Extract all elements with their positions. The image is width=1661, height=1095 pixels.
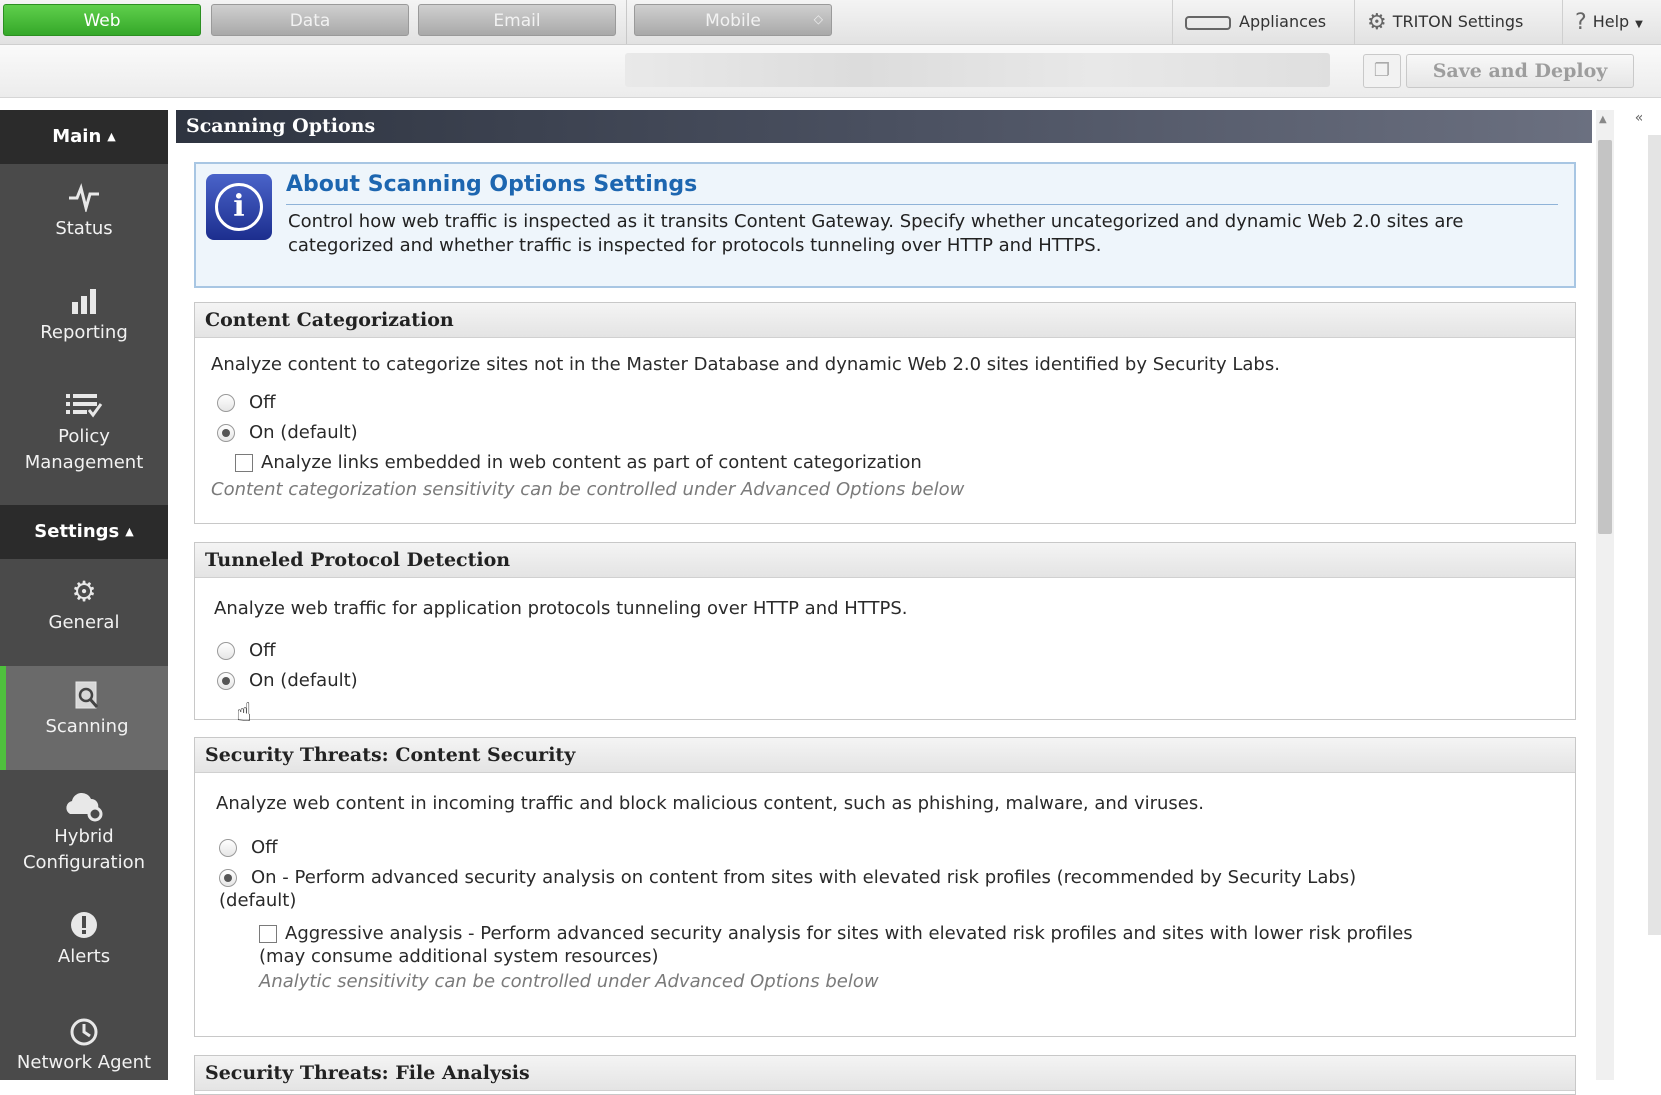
content-security-on-radio[interactable]	[219, 869, 237, 887]
about-heading: About Scanning Options Settings	[286, 172, 698, 197]
radio-label: On (default)	[249, 670, 358, 691]
help-label: Help	[1592, 12, 1630, 31]
radio-label: Off	[251, 837, 278, 858]
chevron-down-icon: ▼	[1635, 19, 1643, 30]
sidebar-item-scanning[interactable]: Scanning	[0, 666, 168, 770]
section-heading: Content Categorization	[195, 303, 1575, 338]
tunneled-protocol-section: Tunneled Protocol Detection Analyze web …	[194, 542, 1576, 720]
sidebar-item-status[interactable]: Status	[0, 182, 168, 242]
section-heading: Security Threats: Content Security	[195, 738, 1575, 773]
help-menu[interactable]: ? Help ▼	[1562, 0, 1661, 44]
radio-label: On - Perform advanced security analysis …	[251, 867, 1357, 888]
lock-icon: ◇	[813, 12, 823, 26]
about-text: Control how web traffic is inspected as …	[288, 211, 1464, 256]
policy-list-icon	[0, 390, 168, 422]
triton-settings-link[interactable]: ⚙ TRITON Settings	[1354, 0, 1562, 44]
sidebar-item-label: Status	[55, 218, 113, 239]
categorization-on-radio[interactable]	[217, 424, 235, 442]
section-description: Analyze content to categorize sites not …	[211, 354, 1280, 375]
deploy-status-button[interactable]: ❐	[1363, 54, 1401, 88]
main-scrollbar[interactable]: ▲	[1596, 110, 1614, 1080]
gear-icon: ⚙	[1367, 9, 1387, 35]
checkbox-label: Aggressive analysis - Perform advanced s…	[285, 923, 1413, 944]
sidebar-item-label: General	[48, 612, 120, 633]
sidebar-item-label: Network Agent	[16, 1052, 152, 1073]
tab-divider	[626, 0, 627, 44]
appliances-link[interactable]: Appliances	[1172, 0, 1354, 44]
sidebar-item-label: Hybrid Configuration	[22, 826, 146, 873]
alert-icon	[0, 910, 168, 942]
gear-icon: ⚙	[71, 575, 97, 608]
scan-document-icon	[6, 680, 168, 712]
collapse-panel-icon[interactable]: «	[1622, 108, 1656, 128]
tab-data[interactable]: Data	[211, 4, 409, 36]
about-divider	[286, 204, 1558, 205]
sidebar-item-reporting[interactable]: Reporting	[0, 286, 168, 346]
about-info-box: i About Scanning Options Settings Contro…	[194, 162, 1576, 288]
section-heading: Tunneled Protocol Detection	[195, 543, 1575, 578]
appliances-label: Appliances	[1239, 12, 1327, 31]
main-panel: Scanning Options i About Scanning Option…	[176, 110, 1592, 1095]
toolbar: ❐ Save and Deploy	[0, 45, 1661, 98]
content-security-section: Security Threats: Content Security Analy…	[194, 737, 1576, 1037]
chevron-up-icon: ▲	[107, 130, 116, 143]
tab-mobile[interactable]: Mobile ◇	[634, 4, 832, 36]
bar-chart-icon	[0, 286, 168, 318]
sensitivity-note: Content categorization sensitivity can b…	[211, 479, 965, 500]
sidebar: Main ▲ Status Reporting Policy Management…	[0, 110, 168, 1080]
radio-label-continued: (default)	[219, 890, 297, 911]
content-categorization-section: Content Categorization Analyze content t…	[194, 302, 1576, 524]
checkbox-label-continued: (may consume additional system resources…	[259, 946, 659, 967]
sidebar-item-label: Policy Management	[24, 426, 144, 473]
sidebar-item-hybrid-configuration[interactable]: Hybrid Configuration	[0, 790, 168, 876]
section-heading: Security Threats: File Analysis	[195, 1056, 1575, 1091]
appliance-icon	[1185, 15, 1231, 30]
tab-web[interactable]: Web	[3, 4, 201, 36]
sidebar-item-alerts[interactable]: Alerts	[0, 910, 168, 970]
analyze-links-checkbox[interactable]	[235, 454, 253, 472]
toolbar-status-area	[625, 53, 1330, 87]
network-agent-icon	[0, 1016, 168, 1048]
side-panel-scrollbar[interactable]	[1648, 135, 1661, 935]
chevron-up-icon: ▲	[125, 525, 134, 538]
radio-label: On (default)	[249, 422, 358, 443]
checkbox-label: Analyze links embedded in web content as…	[261, 452, 922, 473]
tab-email[interactable]: Email	[418, 4, 616, 36]
deploy-status-icon: ❐	[1373, 60, 1391, 81]
pulse-icon	[0, 182, 168, 214]
section-description: Analyze web content in incoming traffic …	[216, 793, 1204, 814]
hand-cursor-icon: ☝	[236, 698, 252, 728]
categorization-off-radio[interactable]	[217, 394, 235, 412]
section-description: Analyze web traffic for application prot…	[214, 598, 908, 619]
save-and-deploy-button[interactable]: Save and Deploy	[1406, 54, 1634, 88]
sidebar-item-label: Scanning	[45, 716, 129, 737]
scrollbar-thumb[interactable]	[1598, 140, 1612, 534]
cloud-gear-icon	[0, 790, 168, 822]
sidebar-main-header[interactable]: Main ▲	[0, 110, 168, 164]
scroll-up-icon[interactable]: ▲	[1599, 114, 1607, 125]
sidebar-settings-header[interactable]: Settings ▲	[0, 505, 168, 559]
radio-label: Off	[249, 392, 276, 413]
content-security-off-radio[interactable]	[219, 839, 237, 857]
aggressive-analysis-checkbox[interactable]	[259, 925, 277, 943]
sensitivity-note: Analytic sensitivity can be controlled u…	[259, 971, 879, 992]
module-tab-bar: Web Data Email Mobile ◇ Appliances ⚙ TRITO…	[0, 0, 1661, 45]
triton-settings-label: TRITON Settings	[1392, 12, 1524, 31]
sidebar-item-label: Alerts	[57, 946, 111, 967]
file-analysis-section: Security Threats: File Analysis	[194, 1055, 1576, 1095]
tunneled-on-radio[interactable]	[217, 672, 235, 690]
info-icon: i	[206, 174, 272, 240]
radio-label: Off	[249, 640, 276, 661]
page-title: Scanning Options	[176, 110, 1592, 143]
sidebar-item-general[interactable]: ⚙ General	[0, 576, 168, 636]
help-icon: ?	[1575, 9, 1587, 35]
sidebar-item-network-agent[interactable]: Network Agent	[0, 1016, 168, 1076]
sidebar-item-label: Reporting	[40, 322, 128, 343]
tunneled-off-radio[interactable]	[217, 642, 235, 660]
sidebar-item-policy-management[interactable]: Policy Management	[0, 390, 168, 476]
